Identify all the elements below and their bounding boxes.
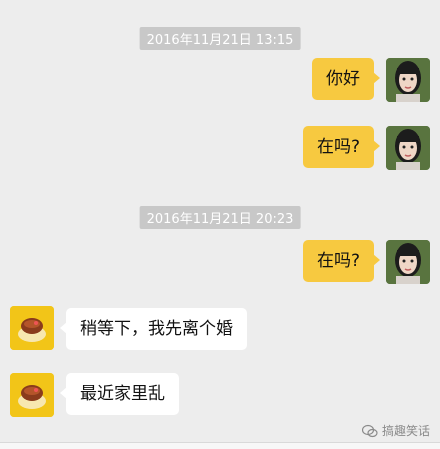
portrait-icon — [386, 58, 430, 102]
girl-avatar[interactable] — [386, 240, 430, 284]
wechat-icon — [361, 424, 378, 437]
portrait-icon — [386, 240, 430, 284]
girl-avatar[interactable] — [386, 58, 430, 102]
watermark-text: 搞趣笑话 — [381, 424, 430, 438]
pudding-icon — [10, 373, 54, 417]
message-bubble[interactable]: 最近家里乱 — [60, 373, 179, 415]
portrait-icon — [386, 126, 430, 170]
message-bubble[interactable]: 你好 — [312, 58, 380, 100]
message-bubble[interactable]: 稍等下，我先离个婚 — [60, 308, 247, 350]
girl-avatar[interactable] — [386, 126, 430, 170]
timestamp: 2016年11月21日 13:15 — [139, 27, 301, 50]
pudding-icon — [10, 306, 54, 350]
message-bubble[interactable]: 在吗? — [302, 240, 381, 282]
watermark: 搞趣笑话 — [361, 422, 430, 439]
pudding-avatar[interactable] — [10, 373, 54, 417]
message-bubble[interactable]: 在吗? — [302, 126, 381, 168]
timestamp: 2016年11月21日 20:23 — [139, 206, 301, 229]
input-bar[interactable] — [0, 442, 440, 449]
pudding-avatar[interactable] — [10, 306, 54, 350]
